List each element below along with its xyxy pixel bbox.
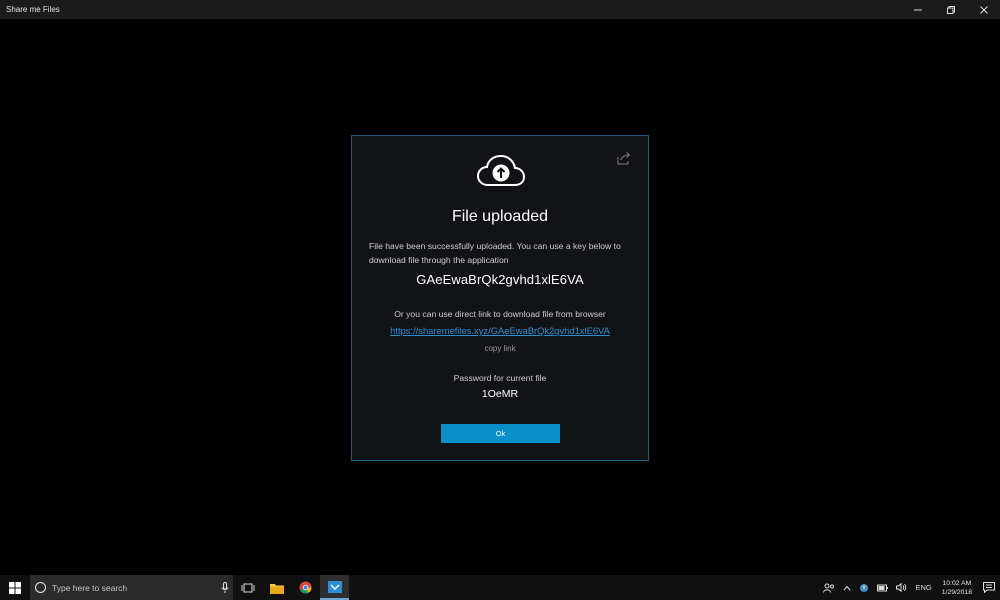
- restore-button[interactable]: [934, 0, 967, 19]
- success-message: File have been successfully uploaded. Yo…: [369, 241, 621, 265]
- dialog-title: File uploaded: [451, 208, 549, 225]
- restore-icon: [946, 5, 955, 14]
- search-placeholder: Type here to search: [52, 582, 128, 593]
- ok-button[interactable]: Ok: [441, 424, 560, 443]
- direct-download-link[interactable]: https://sharemefiles.xyz/GAeEwaBrQk2gvhd…: [352, 325, 648, 336]
- language-indicator[interactable]: ENG: [911, 583, 935, 592]
- clock[interactable]: 10:02 AM 1/29/2018: [936, 579, 978, 597]
- share-icon[interactable]: [616, 151, 632, 165]
- start-button[interactable]: [0, 575, 30, 600]
- clock-date: 1/29/2018: [941, 588, 972, 596]
- volume-icon[interactable]: [892, 583, 911, 592]
- cortana-icon: [35, 582, 46, 593]
- file-explorer-icon[interactable]: [262, 575, 291, 600]
- chevron-up-icon[interactable]: [839, 585, 855, 591]
- taskbar: Type here to search ENG 10:02 AM 1/29/20…: [0, 575, 1000, 600]
- chrome-icon[interactable]: [291, 575, 320, 600]
- windows-logo-icon: [9, 581, 21, 594]
- minimize-button[interactable]: [901, 0, 934, 19]
- microphone-icon[interactable]: [217, 581, 233, 594]
- password-label: Password for current file: [453, 373, 547, 383]
- action-center-icon[interactable]: [978, 582, 1000, 593]
- task-view-icon[interactable]: [233, 575, 262, 600]
- people-icon[interactable]: [819, 583, 839, 593]
- download-key: GAeEwaBrQk2gvhd1xlE6VA: [416, 272, 584, 287]
- copy-link-button[interactable]: copy link: [352, 344, 648, 353]
- share-me-files-icon[interactable]: [320, 575, 349, 600]
- clock-time: 10:02 AM: [942, 579, 972, 587]
- system-tray: ENG 10:02 AM 1/29/2018: [819, 575, 1000, 600]
- upload-dialog: File uploaded File have been successfull…: [351, 135, 649, 461]
- window-title: Share me Files: [6, 5, 60, 14]
- network-status-icon[interactable]: [855, 583, 873, 593]
- close-icon: [979, 5, 988, 14]
- battery-icon[interactable]: [873, 584, 892, 592]
- password-value: 1OeMR: [481, 388, 519, 400]
- direct-link-hint: Or you can use direct link to download f…: [394, 309, 606, 319]
- taskbar-search-box[interactable]: Type here to search: [30, 575, 233, 600]
- close-button[interactable]: [967, 0, 1000, 19]
- minimize-icon: [913, 9, 922, 10]
- title-bar: Share me Files: [0, 0, 1000, 19]
- cloud-upload-icon: [476, 154, 526, 186]
